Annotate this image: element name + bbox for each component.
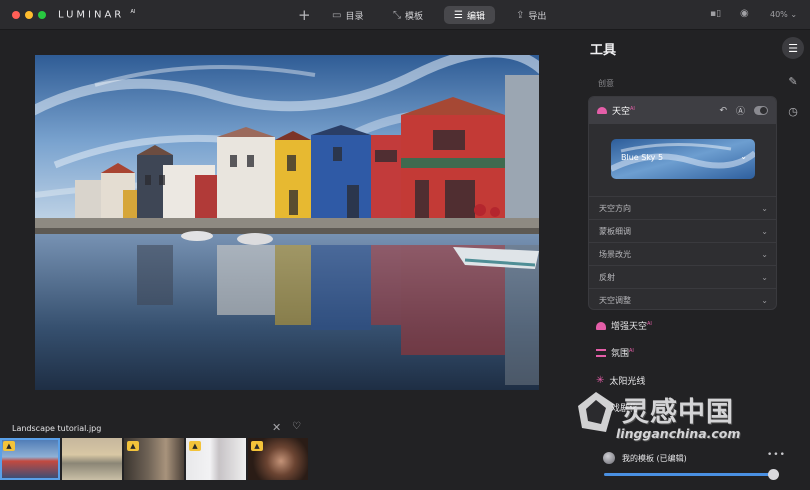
minimize-window-button[interactable]: [25, 11, 33, 19]
watermark-chinese-text: 灵感中国: [622, 397, 734, 428]
preset-amount-slider[interactable]: [604, 473, 774, 476]
landscape-photo: [35, 55, 539, 390]
tool-atmosphere[interactable]: 氛围AI: [596, 346, 634, 359]
thumbnail[interactable]: ▲: [248, 438, 308, 480]
subsection-mask-refine[interactable]: 蒙板细调 ⌄: [589, 219, 776, 242]
tool-sunrays[interactable]: ✳ 太阳光线: [596, 374, 645, 387]
more-options-icon[interactable]: •••: [767, 450, 786, 460]
sky-tool-card: 天空AI ↶ Ⓐ Blue Sky 5 ⌄ 天空方向 ⌄ 蒙板细调 ⌄ 场景改光…: [588, 96, 777, 310]
fullscreen-window-button[interactable]: [38, 11, 46, 19]
compare-icon[interactable]: ▪▯: [710, 9, 721, 19]
tab-catalog[interactable]: ▭ 目录: [326, 6, 369, 24]
watermark-url-text: lingganchina.com: [616, 426, 741, 441]
sky-tool-name: 天空: [612, 107, 631, 117]
brush-icon[interactable]: ✎: [782, 70, 804, 92]
graduation-cap-icon: ▲: [3, 441, 15, 451]
tool-augmented-sky[interactable]: 增强天空AI: [596, 319, 652, 332]
visibility-toggle[interactable]: [754, 106, 768, 115]
section-label-creative: 创意: [598, 79, 614, 88]
folder-icon: ▭: [332, 9, 342, 21]
graduation-cap-icon: ▲: [127, 441, 139, 451]
history-clock-icon[interactable]: ◷: [782, 100, 804, 122]
subsection-reflection[interactable]: 反射 ⌄: [589, 265, 776, 288]
preset-name: 我的模板 (已编辑): [622, 453, 687, 463]
zoom-dropdown[interactable]: 40% ⌄: [770, 10, 797, 19]
export-icon: ⇪: [516, 9, 525, 21]
graduation-cap-icon: ▲: [251, 441, 263, 451]
tab-export[interactable]: ⇪ 导出: [510, 6, 552, 24]
app-logo: LUMINAR AI: [58, 9, 136, 21]
preset-avatar: [603, 452, 615, 464]
reject-icon[interactable]: ✕: [272, 421, 281, 434]
selected-sky-label: Blue Sky 5: [621, 153, 664, 162]
chevron-down-icon: ⌄: [761, 295, 768, 305]
thumbnail[interactable]: ▲: [124, 438, 184, 480]
tab-templates[interactable]: ⤡ 模板: [387, 6, 429, 24]
ai-badge: AI: [630, 106, 635, 112]
thumbnail[interactable]: [62, 438, 122, 480]
subsection-scene-relight[interactable]: 场景改光 ⌄: [589, 242, 776, 265]
sky-selection-dropdown[interactable]: Blue Sky 5 ⌄: [611, 139, 755, 179]
eye-icon[interactable]: ◉: [740, 8, 749, 19]
panel-title: 工具: [590, 43, 617, 58]
graduation-cap-icon: ▲: [189, 441, 201, 451]
slider-knob[interactable]: [768, 469, 779, 480]
preset-row[interactable]: 我的模板 (已编辑): [603, 452, 687, 464]
subsection-sky-orientation[interactable]: 天空方向 ⌄: [589, 196, 776, 219]
subsection-sky-adjust[interactable]: 天空调整 ⌄: [589, 288, 776, 309]
chevron-down-icon: ⌄: [740, 152, 747, 161]
sliders-icon: ☰: [454, 9, 463, 21]
chevron-down-icon: ⌄: [761, 203, 768, 213]
thumbnail[interactable]: ▲: [0, 438, 60, 480]
slider-fill: [604, 473, 774, 476]
mask-icon[interactable]: Ⓐ: [736, 104, 745, 117]
site-watermark: 灵感中国 lingganchina.com: [576, 388, 791, 444]
sun-icon: ✳: [596, 374, 605, 386]
watermark-logo-icon: [578, 392, 614, 432]
filmstrip: ▲ ▲ ▲ ▲: [0, 438, 308, 480]
close-window-button[interactable]: [12, 11, 20, 19]
atmosphere-icon: [596, 348, 606, 357]
template-icon: ⤡: [393, 9, 401, 21]
augmented-sky-icon: [596, 321, 606, 330]
tab-edit[interactable]: ☰ 编辑: [444, 6, 495, 24]
title-bar: LUMINAR AI + ▭ 目录 ⤡ 模板 ☰ 编辑 ⇪ 导出 ▪▯ ◉ 40…: [0, 0, 810, 30]
thumbnail[interactable]: ▲: [186, 438, 246, 480]
undo-icon[interactable]: ↶: [719, 106, 727, 116]
chevron-down-icon: ⌄: [761, 272, 768, 282]
main-photo-canvas[interactable]: [35, 55, 539, 390]
add-photos-button[interactable]: +: [298, 6, 311, 24]
chevron-down-icon: ⌄: [761, 226, 768, 236]
sky-icon: [597, 107, 607, 114]
filename-label: Landscape tutorial.jpg: [12, 424, 102, 433]
sky-tool-header[interactable]: 天空AI ↶ Ⓐ: [589, 97, 776, 124]
favorite-heart-icon[interactable]: ♡: [292, 421, 301, 432]
sliders-icon[interactable]: ☰: [782, 37, 804, 59]
chevron-down-icon: ⌄: [761, 249, 768, 259]
